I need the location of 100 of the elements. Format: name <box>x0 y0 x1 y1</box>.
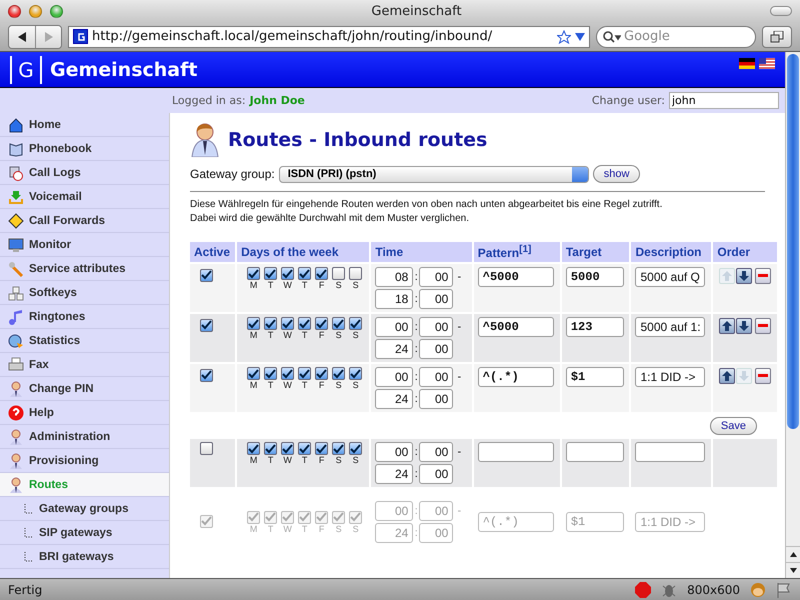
nav-subitem[interactable]: BRI gateways <box>0 545 169 569</box>
pattern-field[interactable]: ^(.*) <box>478 367 554 387</box>
flag-icon[interactable] <box>776 582 792 598</box>
day-checkbox[interactable] <box>349 267 362 280</box>
day-checkbox[interactable] <box>247 442 260 455</box>
stop-sign-icon[interactable] <box>635 582 652 598</box>
move-down-button[interactable] <box>736 268 752 284</box>
nav-item[interactable]: Service attributes <box>0 257 169 281</box>
gateway-group-select[interactable]: ISDN (PRI) (pstn) <box>278 166 589 182</box>
pattern-field[interactable] <box>478 442 554 462</box>
delete-button[interactable] <box>755 368 771 384</box>
delete-button[interactable] <box>755 318 771 334</box>
nav-item[interactable]: Softkeys <box>0 281 169 305</box>
day-checkbox[interactable] <box>332 367 346 380</box>
nav-item[interactable]: Monitor <box>0 233 169 257</box>
nav-item[interactable]: Voicemail <box>0 185 169 209</box>
hour-field[interactable]: 00 <box>375 367 414 387</box>
address-field[interactable]: http://gemeinschaft.local/gemeinschaft/john/routing/inbound/ <box>68 26 590 48</box>
active-checkbox[interactable] <box>200 442 213 455</box>
hour-field[interactable]: 08 <box>375 267 414 287</box>
day-checkbox[interactable] <box>315 267 328 280</box>
minute-field[interactable]: 00 <box>419 464 454 484</box>
minute-field[interactable]: 00 <box>419 317 454 337</box>
nav-item[interactable]: Ringtones <box>0 305 169 329</box>
search-field[interactable]: Google <box>596 26 756 48</box>
move-down-button[interactable] <box>736 318 752 334</box>
hour-field[interactable]: 24 <box>375 389 414 409</box>
pattern-field[interactable]: ^5000 <box>478 267 554 287</box>
change-user-field[interactable]: john <box>669 92 779 109</box>
day-checkbox[interactable] <box>247 317 260 330</box>
day-checkbox[interactable] <box>281 442 294 455</box>
minute-field[interactable]: 00 <box>419 442 454 462</box>
day-checkbox[interactable] <box>264 442 278 455</box>
day-checkbox[interactable] <box>264 267 278 280</box>
nav-subitem[interactable]: SIP gateways <box>0 521 169 545</box>
nav-item[interactable]: Call Logs <box>0 161 169 185</box>
nav-item[interactable]: Call Forwards <box>0 209 169 233</box>
minute-field[interactable]: 00 <box>419 289 454 309</box>
nav-item[interactable]: Administration <box>0 425 169 449</box>
target-field[interactable]: 123 <box>566 317 624 337</box>
day-checkbox[interactable] <box>315 442 328 455</box>
save-button[interactable]: Save <box>710 417 757 435</box>
minimize-button[interactable] <box>29 4 42 18</box>
scrollbar-thumb[interactable] <box>787 54 799 429</box>
target-field[interactable] <box>566 442 624 462</box>
day-checkbox[interactable] <box>281 317 294 330</box>
day-checkbox[interactable] <box>332 442 346 455</box>
active-checkbox[interactable] <box>200 368 213 382</box>
day-checkbox[interactable] <box>349 317 362 330</box>
day-checkbox[interactable] <box>349 367 362 380</box>
day-checkbox[interactable] <box>332 267 346 280</box>
description-field[interactable] <box>635 442 706 462</box>
minute-field[interactable]: 00 <box>419 267 454 287</box>
toolbar-toggle-button[interactable] <box>770 6 792 16</box>
window-button[interactable] <box>762 26 792 48</box>
show-button[interactable]: show <box>592 165 640 183</box>
day-checkbox[interactable] <box>298 317 312 330</box>
hour-field[interactable]: 24 <box>375 464 414 484</box>
nav-item[interactable]: Change PIN <box>0 377 169 401</box>
pattern-field[interactable]: ^5000 <box>478 317 554 337</box>
hour-field[interactable]: 18 <box>375 289 414 309</box>
day-checkbox[interactable] <box>315 317 328 330</box>
minute-field[interactable]: 00 <box>419 389 454 409</box>
day-checkbox[interactable] <box>332 317 346 330</box>
minute-field[interactable]: 00 <box>419 339 454 359</box>
active-checkbox[interactable] <box>200 268 213 282</box>
day-checkbox[interactable] <box>298 367 312 380</box>
hour-field[interactable]: 00 <box>375 442 414 462</box>
day-checkbox[interactable] <box>349 442 362 455</box>
day-checkbox[interactable] <box>315 367 328 380</box>
description-field[interactable]: 5000 auf Q <box>635 267 706 287</box>
move-up-button[interactable] <box>719 318 736 334</box>
back-button[interactable] <box>9 26 35 48</box>
day-checkbox[interactable] <box>298 267 312 280</box>
day-checkbox[interactable] <box>247 267 260 280</box>
move-up-button[interactable] <box>719 368 736 384</box>
hour-field[interactable]: 24 <box>375 339 414 359</box>
nav-item[interactable]: Fax <box>0 353 169 377</box>
german-flag-icon[interactable] <box>739 58 755 69</box>
day-checkbox[interactable] <box>298 442 312 455</box>
description-field[interactable]: 1:1 DID -> <box>635 367 706 387</box>
delete-button[interactable] <box>755 268 771 284</box>
minute-field[interactable]: 00 <box>419 367 454 387</box>
active-checkbox[interactable] <box>200 318 213 332</box>
close-button[interactable] <box>8 4 21 18</box>
day-checkbox[interactable] <box>281 367 294 380</box>
nav-item[interactable]: Phonebook <box>0 137 169 161</box>
nav-item[interactable]: Help <box>0 401 169 425</box>
day-checkbox[interactable] <box>264 367 278 380</box>
nav-item[interactable]: Home <box>0 113 169 137</box>
day-checkbox[interactable] <box>247 367 260 380</box>
hour-field[interactable]: 00 <box>375 317 414 337</box>
target-field[interactable]: 5000 <box>566 267 624 287</box>
day-checkbox[interactable] <box>281 267 294 280</box>
nav-item[interactable]: Statistics <box>0 329 169 353</box>
forward-button[interactable] <box>35 26 61 48</box>
target-field[interactable]: $1 <box>566 367 624 387</box>
us-flag-icon[interactable] <box>759 58 775 69</box>
description-field[interactable]: 5000 auf 1: <box>635 317 706 337</box>
zoom-button[interactable] <box>50 4 63 18</box>
